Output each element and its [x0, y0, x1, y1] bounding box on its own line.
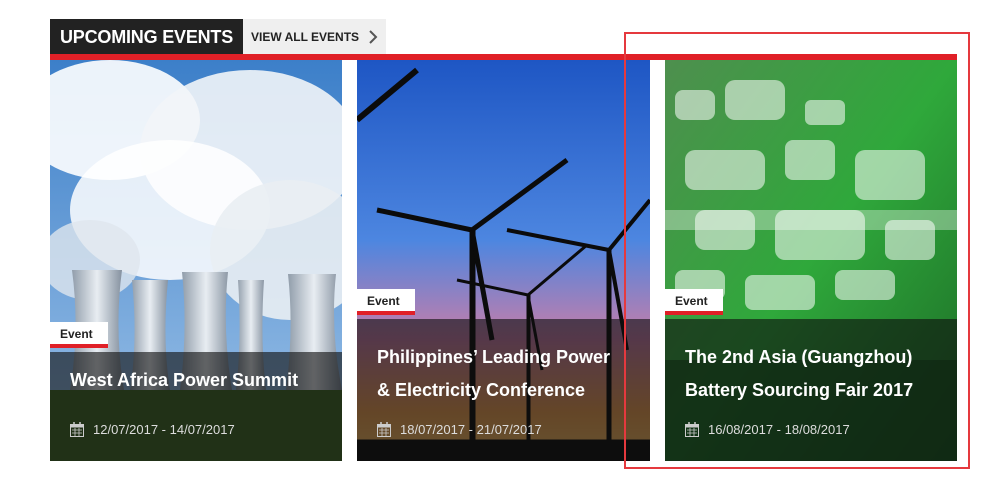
event-title-line: The 2nd Asia (Guangzhou) — [685, 347, 913, 367]
event-card-1[interactable]: Event West Africa Power Summit 12/07/201… — [50, 60, 342, 461]
event-date-text: 12/07/2017 - 14/07/2017 — [93, 422, 235, 437]
event-date: 16/08/2017 - 18/08/2017 — [685, 422, 850, 437]
event-title-line: West Africa Power Summit — [70, 370, 299, 390]
event-badge: Event — [665, 289, 723, 315]
card-overlay: The 2nd Asia (Guangzhou) Battery Sourcin… — [665, 319, 957, 461]
event-badge: Event — [50, 322, 108, 348]
event-title[interactable]: The 2nd Asia (Guangzhou) Battery Sourcin… — [685, 341, 947, 407]
calendar-icon — [685, 422, 699, 437]
event-title-line: Philippines’ Leading Power — [377, 347, 611, 367]
event-title-line: & Electricity Conference — [377, 380, 586, 400]
event-date: 12/07/2017 - 14/07/2017 — [70, 422, 235, 437]
event-card-2[interactable]: Event Philippines’ Leading Power & Elect… — [357, 60, 650, 461]
event-title[interactable]: West Africa Power Summit — [70, 364, 332, 397]
view-all-label: VIEW ALL EVENTS — [251, 30, 360, 44]
calendar-icon — [70, 422, 84, 437]
view-all-events-link[interactable]: VIEW ALL EVENTS — [243, 19, 387, 55]
event-date-text: 18/07/2017 - 21/07/2017 — [400, 422, 542, 437]
calendar-icon — [377, 422, 391, 437]
card-overlay: Philippines’ Leading Power & Electricity… — [357, 319, 650, 461]
chevron-right-icon — [369, 30, 378, 44]
event-date-text: 16/08/2017 - 18/08/2017 — [708, 422, 850, 437]
section-title: UPCOMING EVENTS — [50, 19, 244, 55]
card-overlay: West Africa Power Summit 12/07/2017 - 14… — [50, 352, 342, 461]
event-badge: Event — [357, 289, 415, 315]
event-title-line: Battery Sourcing Fair 2017 — [685, 380, 914, 400]
section-header: UPCOMING EVENTS VIEW ALL EVENTS — [50, 19, 387, 55]
event-card-3[interactable]: Event The 2nd Asia (Guangzhou) Battery S… — [665, 60, 957, 461]
event-title[interactable]: Philippines’ Leading Power & Electricity… — [377, 341, 640, 407]
event-date: 18/07/2017 - 21/07/2017 — [377, 422, 542, 437]
